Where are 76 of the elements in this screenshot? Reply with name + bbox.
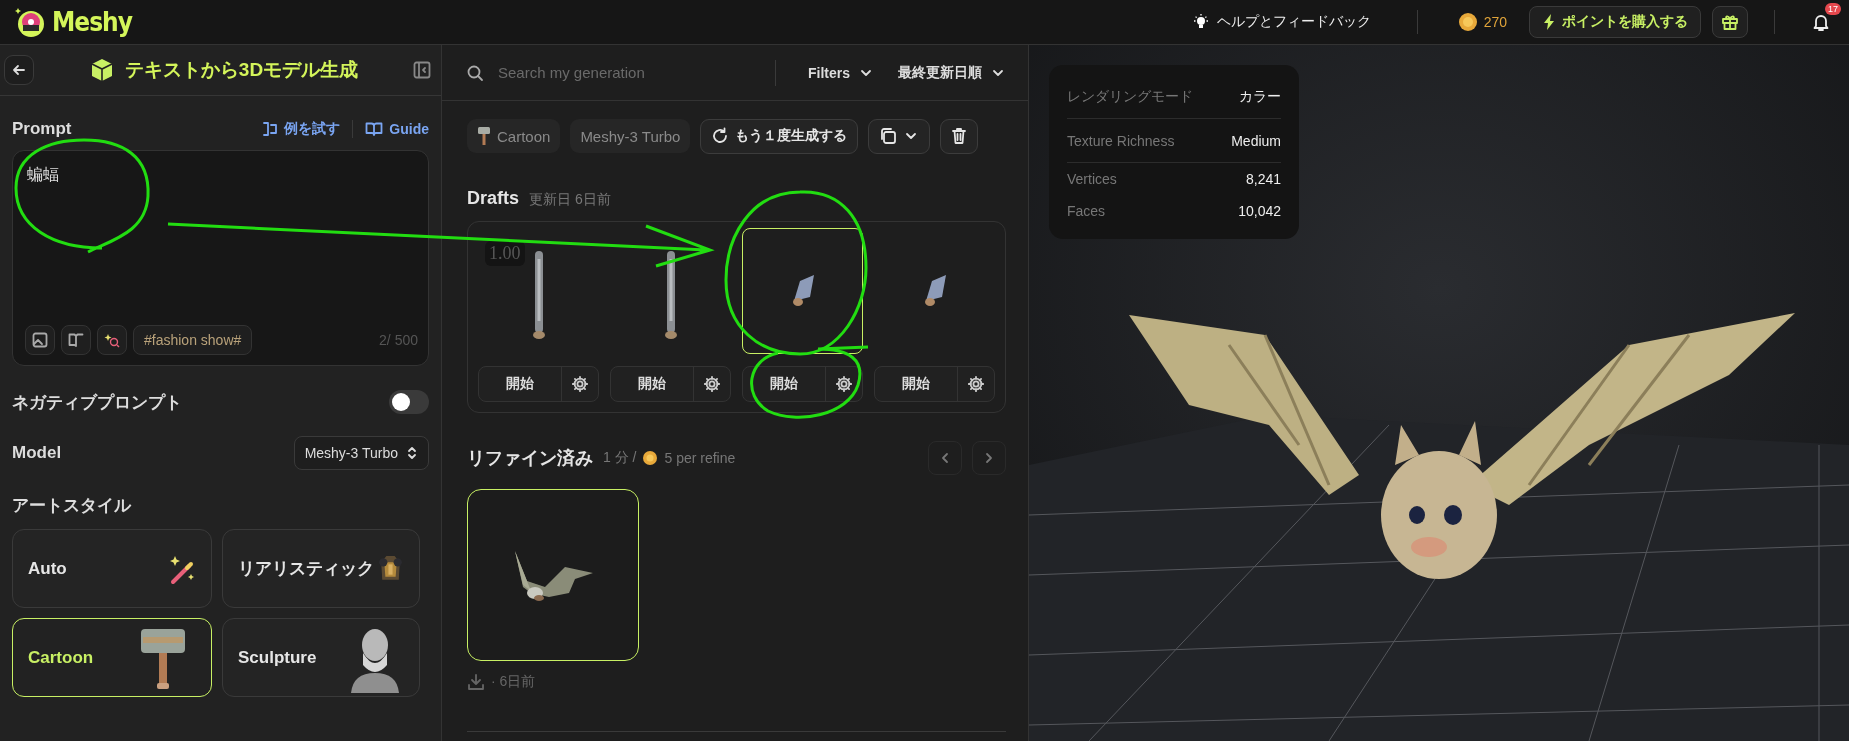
settings-icon <box>967 375 985 393</box>
stat-value: カラー <box>1239 87 1281 106</box>
stat-label: Texture Richness <box>1067 132 1175 149</box>
back-arrow-icon <box>11 62 27 78</box>
delete-button[interactable] <box>940 118 979 154</box>
bell-icon[interactable] <box>1811 12 1831 32</box>
regenerate-button[interactable]: もう１度生成する <box>700 118 859 154</box>
download-icon[interactable] <box>467 673 485 691</box>
section-title: リファイン済み <box>467 447 593 470</box>
tag: Meshy-3 Turbo <box>570 119 691 153</box>
image-icon <box>32 332 48 348</box>
lightbulb-icon <box>1192 14 1209 30</box>
stat-value: Medium <box>1231 132 1281 149</box>
model-label: Model <box>12 443 62 463</box>
copy-icon <box>879 127 898 145</box>
refined-thumbnail[interactable] <box>467 489 639 661</box>
updated-date: 更新日 6日前 <box>529 191 611 209</box>
cursor-text-icon <box>262 121 279 137</box>
trash-icon <box>951 127 968 145</box>
coin-icon <box>642 450 659 466</box>
version-badge: 1.00 <box>485 241 525 266</box>
negative-prompt-label: ネガティブプロンプト <box>12 391 182 414</box>
toggle-switch[interactable] <box>389 390 429 414</box>
settings-icon <box>835 375 853 393</box>
coin-icon <box>1457 12 1478 32</box>
character-count: 2/ 500 <box>379 332 418 348</box>
sparkle-search-icon <box>104 332 120 348</box>
stat-value: 8,241 <box>1245 171 1281 187</box>
draft-thumbnail[interactable] <box>742 228 863 354</box>
refresh-icon <box>711 127 730 145</box>
image-button[interactable] <box>25 325 55 355</box>
hammer-icon <box>477 126 491 146</box>
settings-icon <box>703 375 721 393</box>
art-style-label: アートスタイル <box>12 496 131 515</box>
buy-points-button[interactable]: ポイントを購入する <box>1529 6 1701 38</box>
credit-count: 270 <box>1483 14 1507 30</box>
lightning-icon <box>1542 13 1556 31</box>
help-button[interactable]: ヘルプとフィードバック <box>1186 12 1377 32</box>
prompt-label: Prompt <box>12 119 72 139</box>
model-select[interactable]: Meshy-3 Turbo <box>293 436 429 470</box>
back-button[interactable] <box>4 55 34 85</box>
panel-title: テキストから3Dモデル生成 <box>124 58 359 82</box>
prompt-suggestion[interactable]: #fashion show# <box>133 325 253 355</box>
art-style-option[interactable]: Sculpture <box>222 618 420 697</box>
settings-icon <box>571 375 589 393</box>
prompt-text: 蝙蝠 <box>27 165 60 185</box>
gift-icon <box>1721 13 1739 31</box>
previous-button[interactable] <box>928 441 962 475</box>
enhance-button[interactable] <box>97 325 127 355</box>
art-style-option[interactable]: Cartoon <box>12 618 212 697</box>
tag: Cartoon <box>467 119 561 153</box>
search-icon <box>466 63 484 82</box>
refine-cost: 5 per refine <box>664 450 736 466</box>
section-title: Drafts <box>467 188 519 209</box>
gift-button[interactable] <box>1712 6 1748 38</box>
search-field[interactable]: Search my generation <box>496 63 763 82</box>
logo: Meshy <box>52 7 132 37</box>
refine-time: 1 分 / <box>603 449 637 467</box>
stat-label: Vertices <box>1067 171 1117 187</box>
art-style-option[interactable]: リアリスティック <box>222 529 420 608</box>
try-example-link[interactable]: 例を試す <box>262 120 341 138</box>
collapse-panel-icon[interactable] <box>413 61 431 79</box>
library-button[interactable] <box>61 325 91 355</box>
guide-link[interactable]: Guide <box>365 121 429 137</box>
stat-label: Faces <box>1067 203 1106 219</box>
copy-dropdown-button[interactable] <box>868 118 931 154</box>
next-button[interactable] <box>972 441 1006 475</box>
up-down-chevron-icon <box>406 445 418 461</box>
filters-dropdown[interactable]: Filters <box>808 64 874 81</box>
sort-dropdown[interactable]: 最終更新日順 <box>898 63 1006 82</box>
notification-badge: 17 <box>1825 3 1841 15</box>
stat-label: レンダリングモード <box>1067 87 1193 106</box>
stat-value: 10,042 <box>1238 203 1281 219</box>
refined-date: · 6日前 <box>491 673 536 691</box>
prompt-field[interactable]: 蝙蝠 #fashion show# 2/ 500 <box>12 150 429 366</box>
art-style-option[interactable]: Auto <box>12 529 212 608</box>
